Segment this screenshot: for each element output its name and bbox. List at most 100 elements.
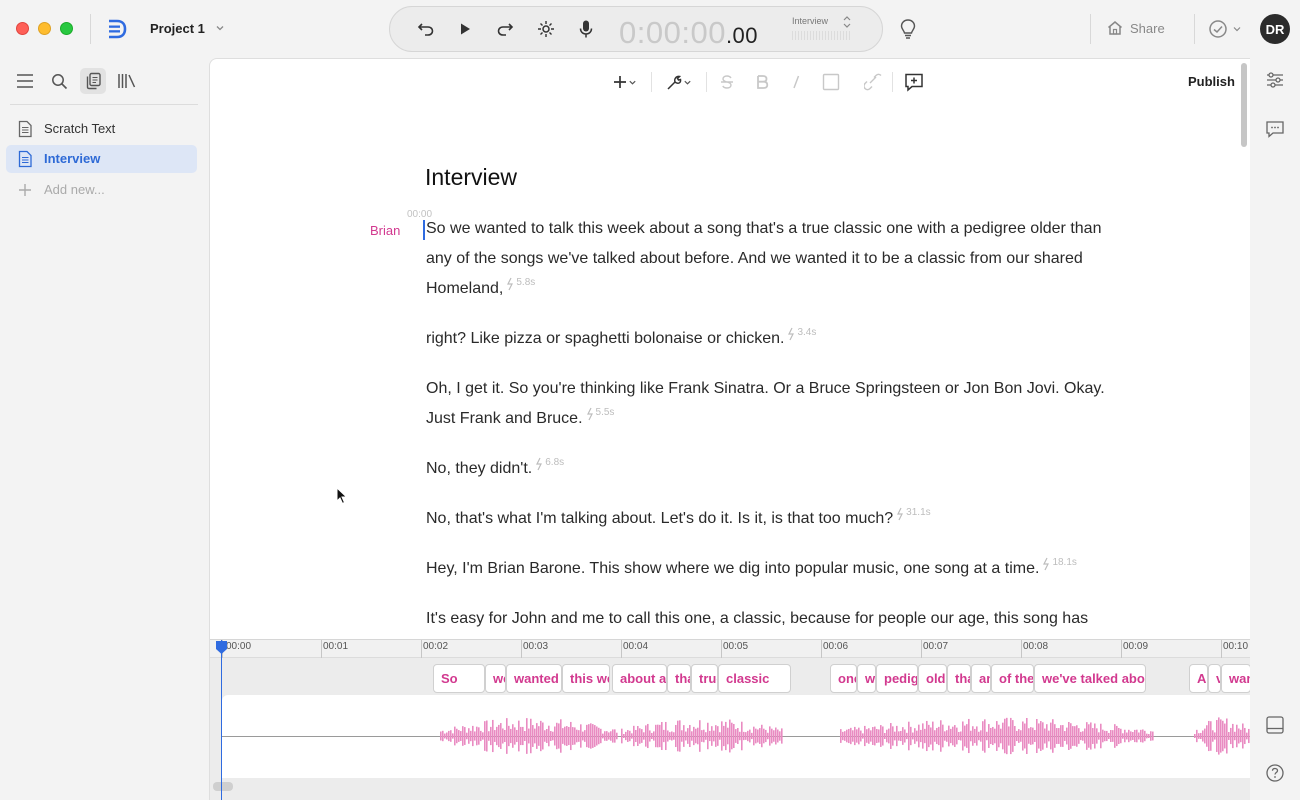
search-button[interactable]	[46, 68, 72, 94]
tools-menu-button[interactable]	[662, 71, 696, 93]
bold-button[interactable]	[752, 71, 772, 93]
word-block[interactable]: than	[947, 664, 971, 693]
pause-marker[interactable]: 3.4s	[787, 327, 816, 341]
waveform-bar	[964, 725, 966, 747]
updown-arrows-icon[interactable]	[842, 15, 852, 29]
help-icon[interactable]	[1265, 763, 1285, 783]
project-name[interactable]: Project 1	[150, 21, 205, 36]
chevron-down-icon[interactable]	[214, 22, 226, 34]
word-block[interactable]: true	[691, 664, 718, 693]
publish-button[interactable]: Publish	[1188, 74, 1235, 89]
waveform-bar	[741, 721, 743, 751]
word-block[interactable]: one	[830, 664, 857, 693]
panel-icon[interactable]	[1265, 715, 1285, 735]
pause-marker[interactable]: 18.1s	[1042, 557, 1077, 571]
word-block[interactable]: about a	[612, 664, 667, 693]
word-block[interactable]: this we	[562, 664, 610, 693]
waveform-bar	[1208, 720, 1210, 752]
word-block[interactable]: we've talked about	[1034, 664, 1146, 693]
magic-button[interactable]	[535, 18, 557, 40]
waveform-bar	[1018, 729, 1020, 743]
waveform-bar	[1020, 730, 1022, 742]
document-title[interactable]: Interview	[425, 164, 517, 191]
waveform-bar	[518, 720, 520, 752]
word-block[interactable]: any	[971, 664, 991, 693]
track-selector[interactable]: Interview	[792, 16, 828, 26]
transcript-paragraph[interactable]: Oh, I get it. So you're thinking like Fr…	[426, 374, 1126, 436]
word-block[interactable]: v	[1208, 664, 1221, 693]
word-block[interactable]: we	[485, 664, 506, 693]
word-block[interactable]: wanted	[506, 664, 562, 693]
pause-marker[interactable]: 5.5s	[586, 407, 615, 421]
word-block[interactable]: w	[857, 664, 876, 693]
waveform-bar	[665, 721, 667, 751]
undo-button[interactable]	[415, 18, 437, 40]
waveform-bar	[946, 730, 948, 742]
transcript-paragraph[interactable]: Hey, I'm Brian Barone. This show where w…	[426, 554, 1126, 586]
horizontal-scrollbar[interactable]	[213, 782, 233, 791]
speaker-label[interactable]: Brian	[370, 223, 400, 238]
transcript-paragraph[interactable]: So we wanted to talk this week about a s…	[426, 214, 1126, 306]
bulb-icon[interactable]	[898, 18, 918, 40]
transcript-paragraph[interactable]: No, that's what I'm talking about. Let's…	[426, 504, 1126, 536]
waveform-bar	[723, 725, 725, 747]
transcript-paragraph[interactable]: It's easy for John and me to call this o…	[426, 604, 1126, 634]
word-block[interactable]: of the	[991, 664, 1034, 693]
highlight-button[interactable]	[821, 71, 841, 93]
add-new-document-button[interactable]: Add new...	[6, 176, 197, 204]
strikethrough-button[interactable]	[717, 71, 737, 93]
waveform-bar	[614, 729, 616, 743]
record-button[interactable]	[575, 18, 597, 40]
waveform-bar	[717, 726, 719, 746]
waveform-bar	[562, 728, 564, 744]
comments-icon[interactable]	[1265, 119, 1285, 139]
timeline-ruler[interactable]: 00:00 00:01 00:02 00:03 00:04 00:05 00:0…	[210, 640, 1250, 658]
word-block[interactable]: wanted	[1221, 664, 1250, 693]
waveform-lane[interactable]	[222, 695, 1250, 778]
waveform-bar	[1204, 728, 1206, 744]
menu-button[interactable]	[12, 68, 38, 94]
vertical-scrollbar[interactable]	[1241, 63, 1247, 147]
pause-marker[interactable]: 6.8s	[535, 457, 564, 471]
comment-add-icon	[905, 73, 923, 92]
pause-marker[interactable]: 31.1s	[896, 507, 931, 521]
insert-menu-button[interactable]	[609, 71, 639, 93]
pause-icon	[897, 507, 904, 521]
waveform-bar	[1136, 729, 1138, 743]
pause-marker[interactable]: 5.8s	[506, 277, 535, 291]
word-block[interactable]: that	[667, 664, 691, 693]
timeline[interactable]: 00:00 00:01 00:02 00:03 00:04 00:05 00:0…	[210, 639, 1250, 800]
word-block[interactable]: pedigree	[876, 664, 918, 693]
waveform-bar	[604, 731, 606, 741]
waveform-bar	[876, 729, 878, 743]
playhead-handle-icon[interactable]	[215, 640, 228, 655]
word-block[interactable]: older	[918, 664, 947, 693]
play-button[interactable]	[454, 18, 476, 40]
italic-button[interactable]	[786, 71, 806, 93]
close-window-button[interactable]	[16, 22, 29, 35]
transcript-paragraph[interactable]: No, they didn't. 6.8s	[426, 454, 1126, 486]
playhead[interactable]	[221, 640, 222, 800]
waveform-bar	[918, 724, 920, 748]
word-block[interactable]: classic	[718, 664, 791, 693]
document-item-interview[interactable]: Interview	[6, 145, 197, 173]
documents-button[interactable]	[80, 68, 106, 94]
pause-duration: 5.5s	[595, 407, 615, 418]
share-button[interactable]: Share	[1106, 19, 1165, 37]
redo-button[interactable]	[494, 18, 516, 40]
waveform-bar	[568, 726, 570, 746]
add-comment-button[interactable]	[903, 71, 925, 93]
avatar[interactable]: DR	[1260, 14, 1290, 44]
waveform-bar	[743, 731, 745, 741]
zoom-window-button[interactable]	[60, 22, 73, 35]
waveform-bar	[1024, 723, 1026, 749]
link-button[interactable]	[863, 71, 883, 93]
review-status-button[interactable]	[1208, 19, 1242, 39]
word-block[interactable]: A	[1189, 664, 1208, 693]
properties-icon[interactable]	[1265, 70, 1285, 90]
document-item-scratch-text[interactable]: Scratch Text	[6, 115, 197, 143]
word-block[interactable]: So	[433, 664, 485, 693]
transcript-paragraph[interactable]: right? Like pizza or spaghetti bolonaise…	[426, 324, 1126, 356]
minimize-window-button[interactable]	[38, 22, 51, 35]
library-button[interactable]	[114, 68, 140, 94]
